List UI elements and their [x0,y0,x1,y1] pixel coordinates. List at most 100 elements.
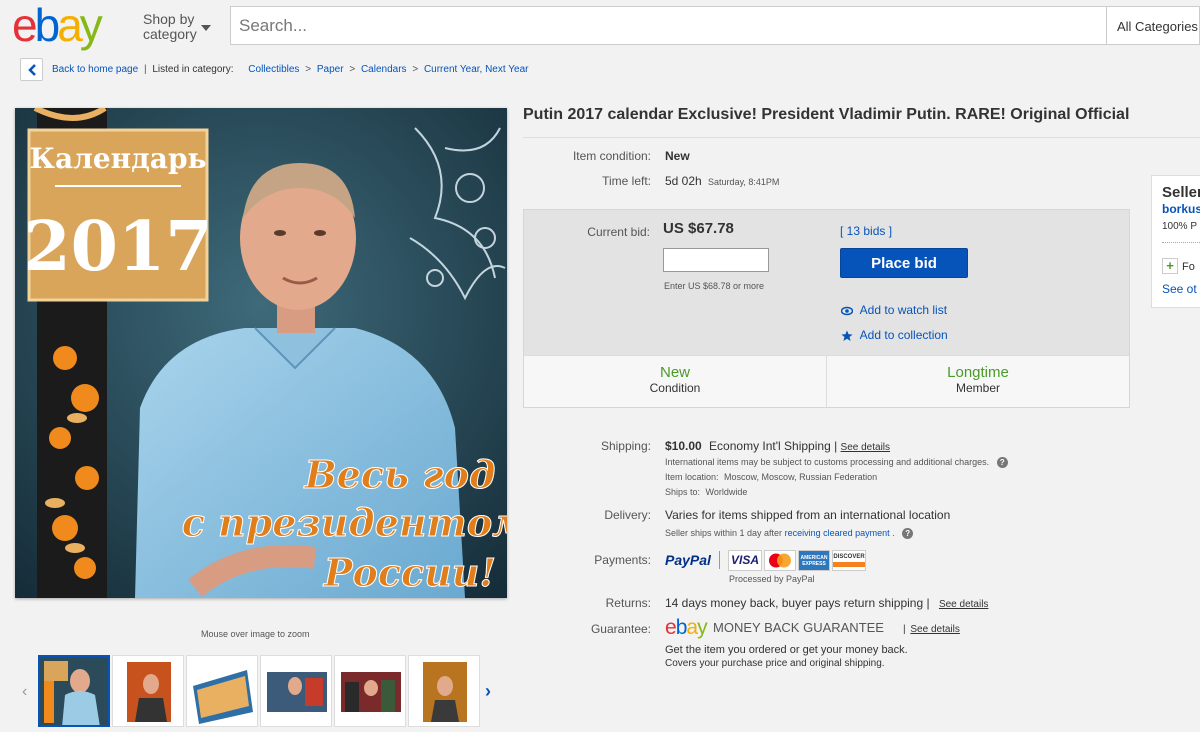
processed-by-paypal: Processed by PayPal [729,574,815,584]
help-icon[interactable]: ? [902,528,914,539]
paypal-logo: PayPal [665,552,711,568]
breadcrumb-separator: | [143,64,147,75]
star-icon [841,330,853,341]
breadcrumb-item-collectibles[interactable]: Collectibles [248,64,299,75]
returns-value: 14 days money back, buyer pays return sh… [665,596,989,610]
back-button[interactable] [20,58,43,81]
all-categories-select[interactable]: All Categories [1106,6,1200,45]
item-condition-value: New [665,149,690,163]
thumbnail-image [335,656,405,726]
thumbnail-image [40,657,108,725]
shipping-note: International items may be subject to cu… [665,457,1008,468]
money-back-guarantee: MONEY BACK GUARANTEE [713,620,884,635]
delivery-value: Varies for items shipped from an interna… [665,508,951,522]
follow-button[interactable]: + Fo [1162,258,1195,274]
visa-logo: VISA [728,550,762,571]
place-bid-button[interactable]: Place bid [840,248,968,278]
divider [523,137,1200,138]
amex-logo: AMERICAN EXPRESS [798,550,830,571]
bids-count[interactable]: [ 13 bids ] [840,224,892,238]
breadcrumb: Back to home page | Listed in category: … [52,64,528,75]
item-condition-label: Item condition: [572,149,651,163]
breadcrumb-arrow: > [305,64,312,75]
ships-to-label: Ships to: [665,487,701,497]
calendar-year: 2017 [23,207,212,287]
bid-hint: Enter US $68.78 or more [664,281,765,291]
chevron-down-icon[interactable] [201,25,211,31]
discover-text: DISCOVER [833,554,865,560]
thumbnail-image [261,656,331,726]
time-left-detail: Saturday, 8:41PM [708,177,780,187]
current-bid-value: US $67.78 [663,220,734,237]
bid-amount-input[interactable] [663,248,769,272]
condition-badge: New Condition [524,364,826,395]
category-label: category [143,26,197,42]
chevron-right-icon[interactable]: › [485,681,491,702]
seller-name-link[interactable]: borkus [1162,202,1200,216]
shipping-see-details[interactable]: See details [841,442,890,453]
breadcrumb-item-paper[interactable]: Paper [317,64,344,75]
thumbnail[interactable] [112,655,184,727]
listed-in-label: Listed in category: [152,64,234,75]
breadcrumb-item-current-year[interactable]: Current Year, Next Year [424,64,529,75]
discover-logo: DISCOVER [832,550,866,571]
listing-title: Putin 2017 calendar Exclusive! President… [523,106,1130,123]
delivery-note: Seller ships within 1 day after receivin… [665,528,914,539]
add-to-collection[interactable]: Add to collection [860,328,948,342]
search-input[interactable] [231,7,1106,44]
ebay-small-logo: ebay [665,616,708,639]
chevron-left-icon[interactable]: ‹ [22,683,27,701]
shipping-value: $10.00 Economy Int'l Shipping | See deta… [665,439,891,453]
back-to-home-link[interactable]: Back to home page [52,64,138,75]
item-location-label: Item location: [665,472,719,482]
shipping-method: Economy Int'l Shipping [709,439,831,453]
shop-by-category-button[interactable]: Shop by category [143,12,197,42]
thumbnail[interactable] [38,655,110,727]
guarantee-see-details[interactable]: See details [910,624,959,635]
breadcrumb-arrow: > [349,64,356,75]
mastercard-icon [769,553,791,568]
calendar-cover-illustration: Календарь 2017 Весь год с президентом Ро… [15,108,507,598]
thumbnail-image [187,656,257,726]
shipping-price: $10.00 [665,439,702,453]
current-bid-label: Current bid: [587,225,650,239]
thumbnail-image [409,656,479,726]
thumbnail[interactable] [186,655,258,727]
bids-count-link[interactable]: 13 bids [847,224,886,238]
item-location: Item location: Moscow, Moscow, Russian F… [665,472,877,482]
guarantee-details-wrap: | See details [903,624,960,635]
thumbnail[interactable] [260,655,332,727]
delivery-label: Delivery: [604,508,651,522]
add-to-watch-list[interactable]: Add to watch list [860,303,947,317]
divider [1162,242,1200,243]
payments-label: Payments: [594,553,651,567]
ebay-logo[interactable]: ebay [12,2,103,48]
main-product-image[interactable]: Календарь 2017 Весь год с президентом Ро… [15,108,507,598]
returns-see-details[interactable]: See details [939,599,988,610]
calendar-word: Календарь [29,142,206,175]
slogan-line-3: России! [323,550,496,595]
member-badge-sub: Member [955,381,1000,395]
paypal-text: PayPal [665,552,711,568]
slogan-line-2: с президентом [182,500,507,545]
thumbnail[interactable] [408,655,480,727]
help-icon[interactable]: ? [996,457,1008,468]
delivery-note-text: Seller ships within 1 day after [665,528,783,538]
returns-label: Returns: [605,596,651,610]
collection-link[interactable]: Add to collection [841,328,948,342]
divider [719,551,720,569]
search-box [230,6,1106,45]
thumbnail[interactable] [334,655,406,727]
guarantee-line-1: Get the item you ordered or get your mon… [665,644,908,656]
amex-text: AMERICAN EXPRESS [800,555,828,567]
thumbnail-image [113,656,183,726]
condition-badge-title: New [659,364,690,381]
watch-list-link[interactable]: Add to watch list [840,303,947,317]
see-other-items-link[interactable]: See ot [1162,282,1197,296]
item-location-value: Moscow, Moscow, Russian Federation [724,472,878,482]
eye-icon [840,306,854,316]
cleared-payment-link[interactable]: receiving cleared payment [785,528,890,538]
member-badge: Longtime Member [827,364,1129,395]
breadcrumb-item-calendars[interactable]: Calendars [361,64,407,75]
ships-to: Ships to: Worldwide [665,487,747,497]
